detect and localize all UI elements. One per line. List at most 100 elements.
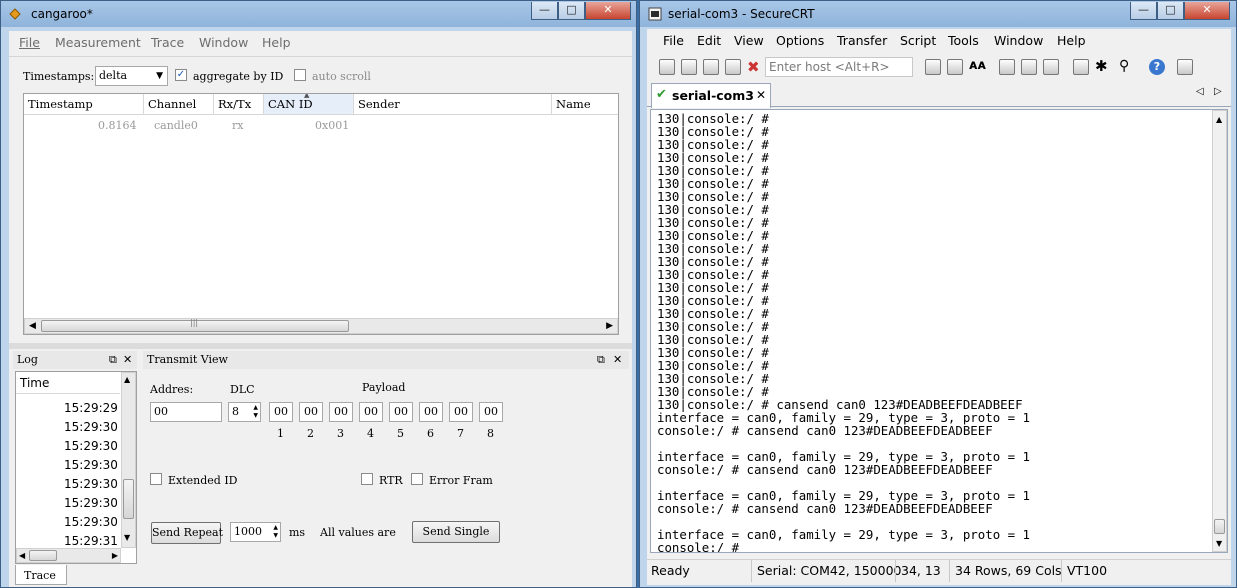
menu-tools[interactable]: Tools xyxy=(948,31,979,51)
list-item[interactable]: 15:29:31 xyxy=(64,534,118,548)
terminal-view[interactable]: 130|console:/ #130|console:/ #130|consol… xyxy=(650,109,1228,553)
chevron-left-icon[interactable]: ◀ xyxy=(29,319,36,333)
column-header-sender[interactable]: Sender xyxy=(354,94,552,114)
maximize-icon[interactable]: □ xyxy=(1157,2,1184,20)
list-item[interactable]: 15:29:30 xyxy=(64,439,118,453)
column-header-channel[interactable]: Channel xyxy=(144,94,214,114)
chevron-right-icon[interactable]: ▶ xyxy=(112,549,118,562)
reconnect-icon[interactable] xyxy=(725,59,741,75)
aggregate-checkbox[interactable]: ✓ xyxy=(175,69,187,81)
print-setup-icon[interactable] xyxy=(999,59,1015,75)
spin-up-icon[interactable]: ▲ xyxy=(273,524,278,531)
address-input[interactable]: 00 xyxy=(150,402,222,422)
list-item[interactable]: 15:29:30 xyxy=(64,420,118,434)
chevron-down-icon[interactable]: ▼ xyxy=(124,533,130,542)
menu-trace[interactable]: Trace xyxy=(151,33,184,53)
timestamps-select[interactable]: delta ▼ xyxy=(95,66,168,86)
payload-byte-2[interactable]: 00 xyxy=(299,402,323,422)
minimize-icon[interactable]: — xyxy=(531,2,558,20)
column-header-rxtx[interactable]: Rx/Tx xyxy=(214,94,264,114)
rtr-checkbox[interactable] xyxy=(361,473,373,485)
payload-byte-4[interactable]: 00 xyxy=(359,402,383,422)
chevron-up-icon[interactable]: ▲ xyxy=(124,375,130,384)
spin-down-icon[interactable]: ▼ xyxy=(253,412,258,419)
list-item[interactable]: 15:29:30 xyxy=(64,515,118,529)
menu-edit[interactable]: Edit xyxy=(697,31,721,51)
error-frame-checkbox[interactable] xyxy=(411,473,423,485)
send-repeat-button[interactable]: Send Repeat xyxy=(151,522,223,544)
chevron-right-icon[interactable]: ▶ xyxy=(606,319,613,333)
disconnect-icon[interactable]: ✖ xyxy=(747,58,760,76)
menu-help[interactable]: Help xyxy=(262,33,291,53)
log-vertical-scrollbar[interactable]: ▲ ▼ xyxy=(121,372,136,548)
minimize-icon[interactable]: — xyxy=(1130,2,1157,20)
maximize-icon[interactable]: □ xyxy=(558,2,585,20)
menu-options[interactable]: Options xyxy=(776,31,824,51)
close-icon[interactable]: ✕ xyxy=(613,351,622,369)
trace-horizontal-scrollbar[interactable]: ◀ ||| ▶ xyxy=(24,318,618,334)
quick-connect-icon[interactable] xyxy=(681,59,697,75)
menu-file[interactable]: File xyxy=(663,31,684,51)
payload-byte-5[interactable]: 00 xyxy=(389,402,413,422)
menu-measurement[interactable]: Measurement xyxy=(55,33,141,53)
menu-script[interactable]: Script xyxy=(900,31,936,51)
connect-tab-icon[interactable] xyxy=(703,59,719,75)
table-row[interactable]: 0.8164 candle0 rx 0x001 xyxy=(24,116,618,134)
close-icon[interactable]: ✕ xyxy=(756,88,766,102)
chevron-down-icon[interactable]: ▼ xyxy=(1216,539,1222,548)
list-item[interactable]: 15:29:30 xyxy=(64,477,118,491)
spin-down-icon[interactable]: ▼ xyxy=(273,532,278,539)
map-icon[interactable] xyxy=(1177,59,1193,75)
payload-byte-6[interactable]: 00 xyxy=(419,402,443,422)
chevron-left-icon[interactable]: ◁ xyxy=(1196,86,1204,97)
find-icon[interactable]: ᴀᴀ xyxy=(969,58,986,73)
host-input[interactable]: Enter host <Alt+R> xyxy=(765,57,913,77)
menu-window[interactable]: Window xyxy=(994,31,1043,51)
chevron-left-icon[interactable]: ◀ xyxy=(19,549,25,562)
help-icon[interactable]: ? xyxy=(1149,59,1165,75)
menu-file[interactable]: File xyxy=(19,33,40,53)
terminal-scrollbar-thumb[interactable] xyxy=(1214,519,1225,534)
print-icon[interactable] xyxy=(1043,59,1059,75)
chevron-right-icon[interactable]: ▷ xyxy=(1214,86,1222,97)
connect-icon[interactable] xyxy=(659,59,675,75)
close-icon[interactable]: ✕ xyxy=(585,2,631,20)
autoscroll-checkbox[interactable] xyxy=(294,69,306,81)
terminal-vertical-scrollbar[interactable]: ▲ ▼ xyxy=(1212,110,1227,552)
global-options-icon[interactable]: ✱ xyxy=(1095,57,1108,75)
tab-serial-com3[interactable]: ✔ serial-com3 ✕ xyxy=(651,83,771,108)
payload-byte-8[interactable]: 00 xyxy=(479,402,503,422)
securecrt-titlebar[interactable]: serial-com3 - SecureCRT — □ ✕ xyxy=(640,1,1236,27)
payload-byte-1[interactable]: 00 xyxy=(269,402,293,422)
keymap-icon[interactable]: ⚲ xyxy=(1119,58,1129,74)
send-single-button[interactable]: Send Single xyxy=(412,521,500,543)
payload-byte-3[interactable]: 00 xyxy=(329,402,353,422)
undock-icon[interactable]: ⧉ xyxy=(109,351,117,369)
extended-id-checkbox[interactable] xyxy=(150,473,162,485)
menu-help[interactable]: Help xyxy=(1057,31,1086,51)
print-selection-icon[interactable] xyxy=(1021,59,1037,75)
chevron-up-icon[interactable]: ▲ xyxy=(1216,115,1222,124)
list-item[interactable]: 15:29:29 xyxy=(64,401,118,415)
cangaroo-titlebar[interactable]: cangaroo* — □ ✕ xyxy=(1,1,636,27)
undock-icon[interactable]: ⧉ xyxy=(597,351,605,369)
tab-trace[interactable]: Trace xyxy=(15,565,67,585)
log-scrollbar-thumb[interactable] xyxy=(123,479,134,519)
trace-scrollbar-thumb[interactable]: ||| xyxy=(41,318,349,332)
log-hscroll-thumb[interactable] xyxy=(29,550,57,561)
interval-spinbox[interactable]: 1000 ▲ ▼ xyxy=(230,522,281,542)
payload-byte-7[interactable]: 00 xyxy=(449,402,473,422)
copy-icon[interactable] xyxy=(925,59,941,75)
list-item[interactable]: 15:29:30 xyxy=(64,458,118,472)
spin-up-icon[interactable]: ▲ xyxy=(253,404,258,411)
close-icon[interactable]: ✕ xyxy=(123,351,132,369)
menu-transfer[interactable]: Transfer xyxy=(837,31,887,51)
column-header-name[interactable]: Name xyxy=(552,94,618,114)
menu-view[interactable]: View xyxy=(734,31,764,51)
log-horizontal-scrollbar[interactable]: ◀ ▶ xyxy=(16,548,121,563)
dlc-spinbox[interactable]: 8 ▲ ▼ xyxy=(228,402,261,422)
list-item[interactable]: 15:29:30 xyxy=(64,496,118,510)
log-column-header[interactable]: Time xyxy=(16,372,120,394)
close-icon[interactable]: ✕ xyxy=(1184,2,1230,20)
menu-window[interactable]: Window xyxy=(199,33,248,53)
